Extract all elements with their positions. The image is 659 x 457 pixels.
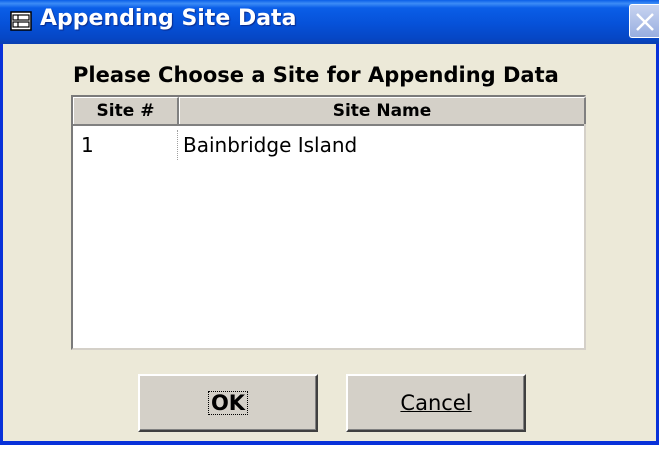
site-name-cell: Bainbridge Island [183, 133, 358, 157]
ok-button-label: OK [207, 391, 249, 415]
list-header: Site # Site Name [73, 97, 586, 126]
column-header-site-number[interactable]: Site # [73, 97, 179, 124]
ok-button[interactable]: OK [138, 374, 318, 432]
dialog-window: Appending Site Data Please Choose a Site… [0, 0, 659, 445]
list-item[interactable]: 1 Bainbridge Island [73, 130, 584, 160]
title-bar[interactable]: Appending Site Data [0, 0, 659, 44]
column-divider [177, 130, 179, 160]
window-title: Appending Site Data [40, 6, 297, 31]
dialog-heading: Please Choose a Site for Appending Data [73, 63, 559, 87]
cancel-button[interactable]: Cancel [346, 374, 526, 432]
site-listbox[interactable]: Site # Site Name 1 Bainbridge Island [71, 95, 586, 350]
form-icon [10, 10, 32, 32]
close-button[interactable] [629, 4, 659, 38]
cancel-button-label: Cancel [400, 391, 472, 415]
site-number-cell: 1 [81, 133, 94, 157]
column-header-site-name[interactable]: Site Name [179, 97, 586, 124]
